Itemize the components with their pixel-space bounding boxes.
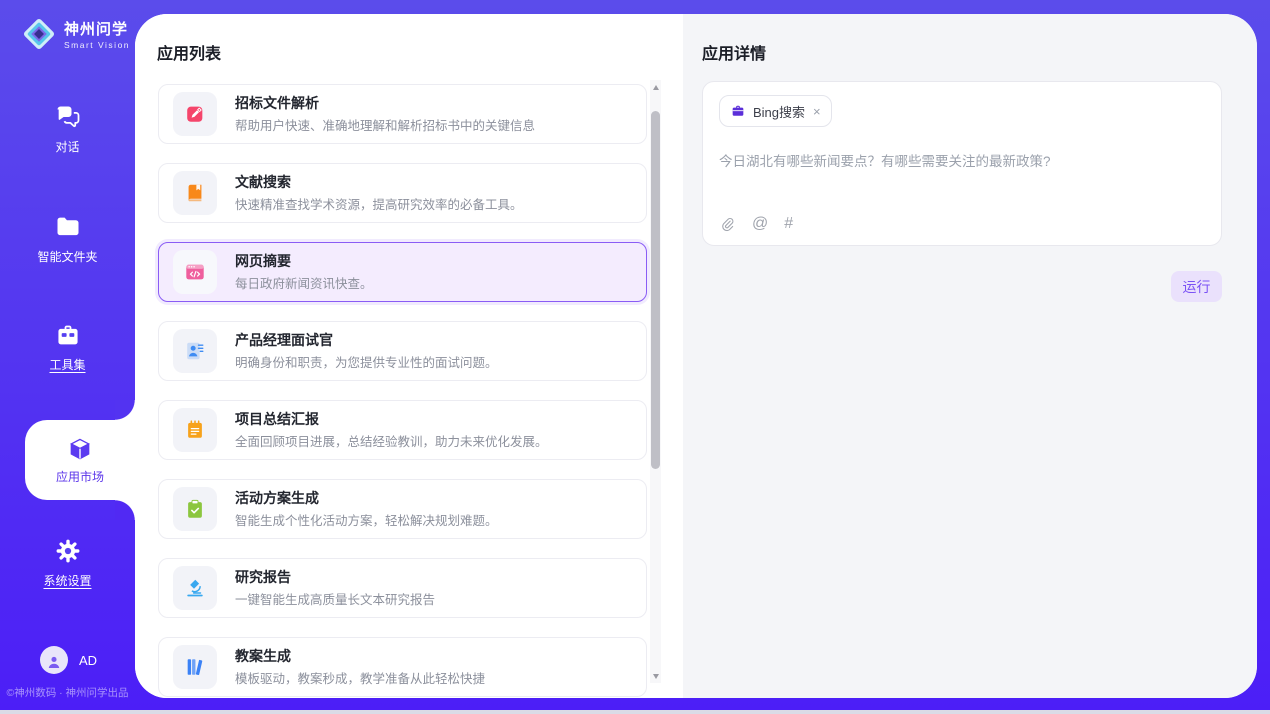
run-button[interactable]: 运行 [1171, 271, 1222, 302]
clipboard-check-icon [173, 487, 217, 531]
scroll-up-button[interactable] [650, 80, 661, 94]
tool-chip-label: Bing搜索 [753, 102, 805, 121]
app-list-panel: 应用列表 招标文件解析 帮助用户快速、准确地理解和解析招标书中的关键信息 文献搜… [135, 14, 683, 698]
app-card-title: 网页摘要 [235, 252, 373, 270]
sidebar-item-smart-folders[interactable]: 智能文件夹 [0, 213, 135, 265]
brand-name: 神州问学 [64, 18, 130, 39]
sidebar-item-label: 智能文件夹 [37, 248, 97, 265]
scrollbar[interactable] [650, 80, 661, 683]
cube-icon [66, 436, 94, 464]
chip-close-icon[interactable]: × [813, 104, 821, 119]
app-card-description: 每日政府新闻资讯快查。 [235, 273, 373, 292]
app-card[interactable]: 项目总结汇报 全面回顾项目进展，总结经验教训，助力未来优化发展。 [158, 400, 647, 460]
composer-toolbar: @# [719, 215, 793, 233]
app-card-list: 招标文件解析 帮助用户快速、准确地理解和解析招标书中的关键信息 文献搜索 快速精… [158, 84, 647, 698]
avatar [40, 646, 68, 674]
sidebar-item-label: 对话 [55, 138, 79, 155]
sidebar-item-system-settings[interactable]: 系统设置 [0, 537, 135, 589]
web-summary-icon [173, 250, 217, 294]
app-window: 神州问学 Smart Vision 对话 智能文件夹 工具集 应用市场 系统设置… [0, 0, 1270, 714]
mention-icon[interactable]: @ [752, 215, 768, 233]
brand-logo-icon [20, 15, 58, 53]
app-detail-title: 应用详情 [702, 40, 766, 64]
query-text[interactable]: 今日湖北有哪些新闻要点？有哪些需要关注的最新政策? [719, 152, 1205, 171]
app-card[interactable]: 网页摘要 每日政府新闻资讯快查。 [158, 242, 647, 302]
brand-logo: 神州问学 Smart Vision [20, 15, 130, 53]
notepad-icon [173, 408, 217, 452]
sidebar-item-label: 应用市场 [56, 468, 104, 485]
app-list-title: 应用列表 [157, 40, 221, 64]
user-account[interactable]: AD [0, 646, 135, 674]
brand-subtitle: Smart Vision [64, 40, 130, 50]
tool-chip[interactable]: Bing搜索 × [719, 95, 832, 127]
app-card-description: 明确身份和职责，为您提供专业性的面试问题。 [235, 352, 498, 371]
app-card-title: 项目总结汇报 [235, 410, 548, 428]
app-detail-panel: 应用详情 Bing搜索 × 今日湖北有哪些新闻要点？有哪些需要关注的最新政策? … [683, 14, 1257, 698]
books-icon [173, 645, 217, 689]
sidebar-item-label: 工具集 [49, 356, 85, 373]
app-card-description: 智能生成个性化活动方案，轻松解决规划难题。 [235, 510, 498, 529]
chat-icon [54, 103, 82, 131]
copyright-footer: ©神州数码 · 神州问学出品 [0, 685, 135, 700]
app-card-description: 快速精准查找学术资源，提高研究效率的必备工具。 [235, 194, 523, 213]
app-card-title: 产品经理面试官 [235, 331, 498, 349]
book-search-icon [173, 171, 217, 215]
main-content: 应用列表 招标文件解析 帮助用户快速、准确地理解和解析招标书中的关键信息 文献搜… [135, 14, 1257, 698]
app-card-description: 帮助用户快速、准确地理解和解析招标书中的关键信息 [235, 115, 535, 134]
scrollbar-thumb[interactable] [651, 111, 660, 469]
app-card-title: 文献搜索 [235, 173, 523, 191]
interviewer-icon [173, 329, 217, 373]
sidebar-item-label: 系统设置 [43, 572, 91, 589]
app-card-title: 研究报告 [235, 568, 435, 586]
app-card[interactable]: 教案生成 模板驱动，教案秒成，教学准备从此轻松快捷 [158, 637, 647, 697]
user-label: AD [79, 653, 97, 668]
folder-icon [54, 213, 82, 241]
app-card-description: 模板驱动，教案秒成，教学准备从此轻松快捷 [235, 668, 485, 687]
app-card[interactable]: 产品经理面试官 明确身份和职责，为您提供专业性的面试问题。 [158, 321, 647, 381]
app-card[interactable]: 研究报告 一键智能生成高质量长文本研究报告 [158, 558, 647, 618]
app-card-title: 教案生成 [235, 647, 485, 665]
triangle-down-icon [653, 674, 659, 679]
app-card-title: 招标文件解析 [235, 94, 535, 112]
sidebar-item-app-market[interactable]: 应用市场 [25, 420, 135, 500]
gear-icon [54, 537, 82, 565]
app-card-description: 一键智能生成高质量长文本研究报告 [235, 589, 435, 608]
toolbox-icon [54, 321, 82, 349]
microscope-icon [173, 566, 217, 610]
app-card-title: 活动方案生成 [235, 489, 498, 507]
attachment-icon[interactable] [719, 216, 736, 233]
bottom-edge-strip [0, 710, 1270, 714]
triangle-up-icon [653, 85, 659, 90]
sidebar-item-chat[interactable]: 对话 [0, 103, 135, 155]
app-card[interactable]: 招标文件解析 帮助用户快速、准确地理解和解析招标书中的关键信息 [158, 84, 647, 144]
app-card[interactable]: 文献搜索 快速精准查找学术资源，提高研究效率的必备工具。 [158, 163, 647, 223]
hash-icon[interactable]: # [784, 215, 793, 233]
scroll-down-button[interactable] [650, 669, 661, 683]
app-card[interactable]: 活动方案生成 智能生成个性化活动方案，轻松解决规划难题。 [158, 479, 647, 539]
sidebar-item-toolset[interactable]: 工具集 [0, 321, 135, 373]
composer-card[interactable]: Bing搜索 × 今日湖北有哪些新闻要点？有哪些需要关注的最新政策? @# [702, 81, 1222, 246]
app-card-description: 全面回顾项目进展，总结经验教训，助力未来优化发展。 [235, 431, 548, 450]
bid-document-icon [173, 92, 217, 136]
briefcase-icon [730, 103, 746, 119]
sidebar: 神州问学 Smart Vision 对话 智能文件夹 工具集 应用市场 系统设置… [0, 0, 135, 714]
